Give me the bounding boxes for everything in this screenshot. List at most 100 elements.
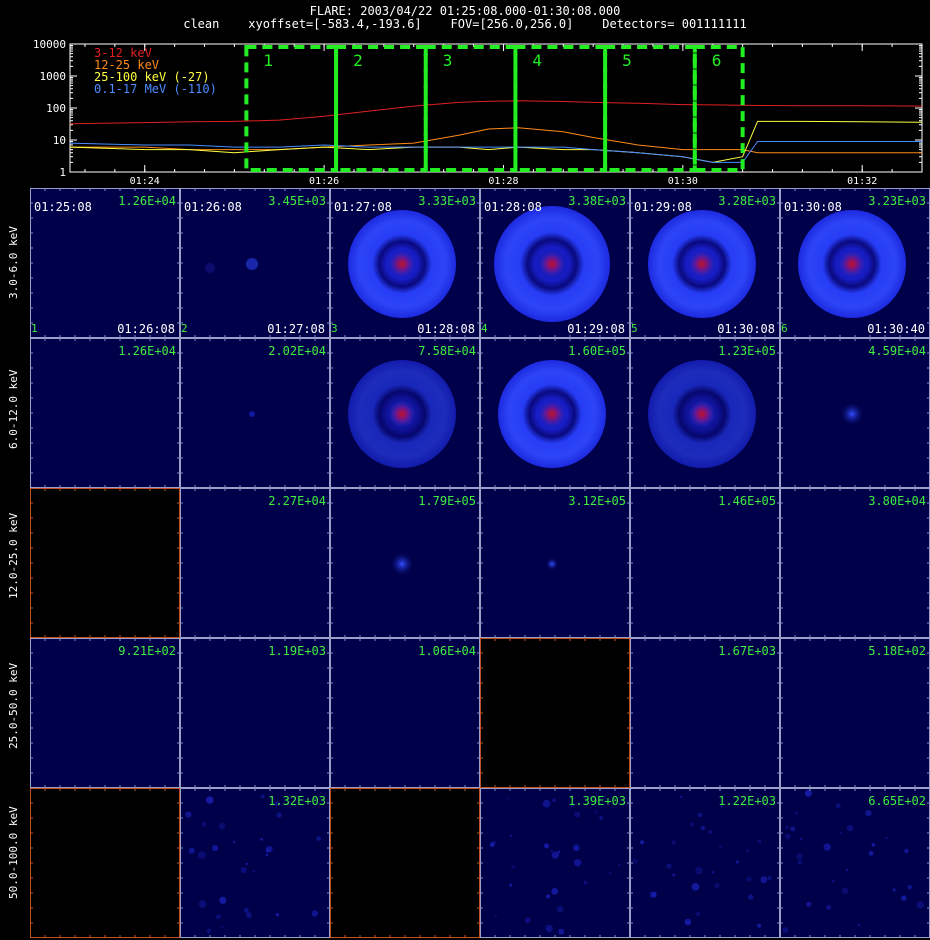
x-tick-label: 01:32 [847,176,877,187]
image-panel: 2.27E+04 [180,488,330,638]
noise-speck [901,895,907,901]
image-panel-canvas [330,638,480,788]
panel-peak-value: 9.21E+02 [118,644,176,658]
panel-background [180,638,330,788]
noise-speck [841,887,849,895]
source-blob [841,403,863,425]
noise-speck [846,824,854,832]
panel-start-time: 01:26:08 [184,200,242,214]
noise-speck [494,915,497,918]
noise-speck [551,851,559,859]
noise-speck [865,810,872,817]
noise-speck [266,845,273,853]
panel-peak-value: 1.26E+04 [118,344,176,358]
series-line-1 [69,100,923,125]
panel-end-time: 01:30:08 [717,322,775,336]
panel-background [30,488,180,638]
panel-peak-value: 1.22E+03 [718,794,776,808]
row-label: 25.0-50.0 keV [7,662,20,749]
interval-box-1 [244,45,339,172]
noise-speck [260,794,265,799]
y-tick-label: 100 [46,102,66,115]
x-tick-label: 01:30 [668,176,698,187]
panel-start-time: 01:30:08 [784,200,842,214]
image-panel-canvas [180,788,330,938]
interval-label-5: 5 [622,51,632,70]
panel-background [480,638,630,788]
noise-speck [796,853,803,860]
panel-index: 1 [31,322,38,335]
noise-speck [573,844,580,852]
noise-speck [795,811,798,815]
panel-peak-value: 1.60E+05 [568,344,626,358]
panel-peak-value: 2.02E+04 [268,344,326,358]
panel-peak-value: 7.58E+04 [418,344,476,358]
image-panel: 1.79E+05 [330,488,480,638]
panel-start-time: 01:28:08 [484,200,542,214]
image-panel: 1.22E+03 [630,788,780,938]
noise-speck [198,851,206,860]
panel-peak-value: 1.79E+05 [418,494,476,508]
noise-speck [608,871,612,874]
interval-label-2: 2 [353,51,363,70]
panel-background [330,638,480,788]
noise-speck [543,843,550,849]
x-tick-label: 01:28 [488,176,518,187]
source-faint [205,263,215,273]
image-panel: 1.32E+03 [180,788,330,938]
noise-speck [552,798,556,803]
source-speck [249,411,255,417]
panel-background [630,638,780,788]
panel-peak-value: 3.80E+04 [868,494,926,508]
image-panel-canvas [630,638,780,788]
panel-end-time: 01:27:08 [267,322,325,336]
image-panel: 1.26E+04 01:25:08 01:26:08 1 [30,188,180,338]
panel-peak-value: 4.59E+04 [868,344,926,358]
noise-speck [714,883,720,888]
image-panel-canvas [30,638,180,788]
image-panel-canvas [330,488,480,638]
noise-speck [671,840,676,845]
panel-end-time: 01:30:40 [867,322,925,336]
image-panel: 1.19E+03 [180,638,330,788]
noise-speck [640,840,645,845]
panel-background [780,788,930,938]
y-tick-label: 10 [53,134,66,147]
panel-peak-value: 3.28E+03 [718,194,776,208]
noise-speck [857,923,861,927]
image-panel [30,488,180,638]
panel-peak-value: 1.46E+05 [718,494,776,508]
noise-speck [845,868,849,871]
source-core [538,400,566,428]
noise-speck [556,905,564,913]
noise-speck [748,894,754,900]
noise-speck [240,867,247,873]
interval-label-3: 3 [443,51,453,70]
panel-background [180,488,330,638]
noise-speck [691,883,700,891]
source-core [688,400,716,428]
image-panel: 6.65E+02 [780,788,930,938]
noise-speck [219,896,227,904]
panel-start-time: 01:29:08 [634,200,692,214]
panel-background [30,338,180,488]
interval-box-3 [423,45,518,172]
noise-speck [760,876,768,884]
noise-speck [311,910,318,917]
lightcurve-plot: 1 10 100 1000 10000 01:24 01:26 01:28 01:30 01:32… [33,38,923,187]
x-tick-label: 01:24 [130,176,160,187]
image-panel-canvas [480,488,630,638]
noise-speck [205,796,214,804]
source-blob [391,553,413,575]
interval-box-2 [334,45,428,172]
panel-background [180,788,330,938]
interval-label-1: 1 [263,51,273,70]
image-panel-canvas [780,788,930,938]
source-core [688,250,716,278]
panel-index: 6 [781,322,788,335]
noise-speck [719,845,722,849]
panel-start-time: 01:25:08 [34,200,92,214]
source-core [538,250,566,278]
noise-speck [708,830,713,835]
panel-peak-value: 3.23E+03 [868,194,926,208]
